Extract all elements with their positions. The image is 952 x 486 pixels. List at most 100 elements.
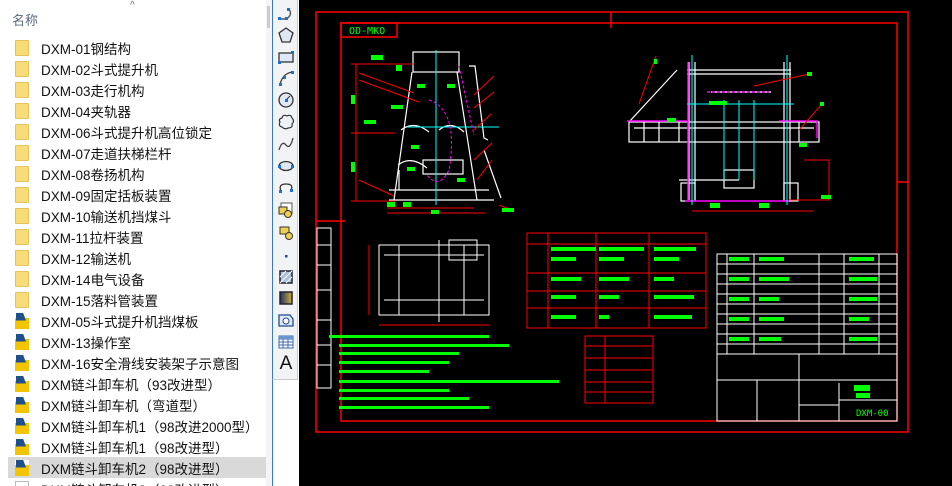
front-view-centerlines: [687, 55, 794, 205]
file-list-item[interactable]: DXM链斗卸车机2（98改进型）: [8, 457, 266, 478]
technical-notes: [329, 335, 559, 409]
multiline-text-tool-button[interactable]: A: [276, 353, 296, 374]
sort-ascending-icon[interactable]: ^: [130, 0, 135, 11]
side-view-centerlines: [407, 50, 499, 205]
file-list-item[interactable]: DXM-13操作室: [8, 331, 266, 352]
file-list-item[interactable]: DXM-15落料管装置: [8, 289, 266, 310]
file-list-item[interactable]: DXM-07走道扶梯栏杆: [8, 142, 266, 163]
polygon-icon: [278, 27, 294, 43]
file-name: DXM链斗卸车机（93改进型）: [41, 377, 222, 393]
file-list-item[interactable]: DXM-12输送机: [8, 247, 266, 268]
scrollbar-thumb[interactable]: [267, 6, 270, 28]
folder-icon: [15, 60, 29, 77]
ellipse-icon: [278, 160, 294, 172]
file-list-pane: ^ 名称 DXM-01钢结构 DXM-02斗式提升机 DXM-03走行机构 DXM-0…: [0, 0, 266, 486]
cad-file-icon: [15, 396, 29, 413]
polyline-tool-button[interactable]: [276, 4, 296, 24]
file-name: DXM-06斗式提升机高位锁定: [41, 125, 213, 141]
insert-block-icon: [278, 202, 293, 218]
file-name: DXM-10输送机挡煤斗: [41, 209, 172, 225]
cad-drawing-canvas[interactable]: OD-MKO DXM-00: [299, 0, 952, 486]
file-list-item[interactable]: DXM-08卷扬机构: [8, 163, 266, 184]
side-view-dimensions: [351, 63, 515, 214]
table-icon: [278, 335, 294, 349]
side-view-hidden: [426, 65, 475, 182]
folder-icon: [15, 270, 29, 287]
make-block-tool-button[interactable]: [276, 223, 296, 243]
ellipse-arc-icon: [279, 183, 293, 193]
folder-icon: [15, 165, 29, 182]
point-icon: [285, 255, 288, 258]
table-tool-button[interactable]: [276, 332, 296, 352]
drawing-frame: [315, 11, 909, 433]
file-name: DXM-14电气设备: [41, 272, 145, 288]
file-name: DXM链斗卸车机1（98改进型）: [41, 440, 229, 456]
file-list-item[interactable]: DXM链斗卸车机（93改进型）: [8, 373, 266, 394]
file-list-item[interactable]: DXM-16安全滑线安装架子示意图: [8, 352, 266, 373]
cad-file-icon: [15, 459, 29, 476]
circle-tool-button[interactable]: [276, 90, 296, 110]
folder-icon: [15, 123, 29, 140]
rectangle-tool-button[interactable]: [276, 47, 296, 67]
file-name: DXM-15落料管装置: [41, 293, 159, 309]
file-list-item[interactable]: DXM-14电气设备: [8, 268, 266, 289]
side-view: [389, 51, 502, 201]
ellipse-arc-tool-button[interactable]: [276, 178, 296, 198]
drawing-label: OD-MKO: [349, 26, 385, 37]
file-name: DXM-11拉杆装置: [41, 230, 144, 246]
file-list-item[interactable]: DXM-09固定括板装置: [8, 184, 266, 205]
region-icon: [278, 314, 294, 327]
parts-list-text: [729, 257, 877, 398]
spline-tool-button[interactable]: [276, 134, 296, 154]
revision-cloud-tool-button[interactable]: [276, 112, 296, 132]
file-list-item[interactable]: DXM-11拉杆装置: [8, 226, 266, 247]
file-list-item[interactable]: DXM链斗卸车机3（98改进型）: [8, 478, 266, 486]
file-list-item[interactable]: DXM-03走行机构: [8, 79, 266, 100]
hatch-tool-button[interactable]: [276, 267, 296, 287]
polygon-tool-button[interactable]: [276, 25, 296, 45]
folder-icon: [15, 207, 29, 224]
document-icon: [15, 480, 29, 486]
small-table: [584, 335, 654, 404]
file-list-item[interactable]: DXM-04夹轨器: [8, 100, 266, 121]
point-tool-button[interactable]: [276, 246, 296, 266]
region-tool-button[interactable]: [276, 310, 296, 330]
folder-icon: [15, 228, 29, 245]
file-name: DXM-04夹轨器: [41, 104, 132, 120]
folder-icon: [15, 102, 29, 119]
file-list-item[interactable]: DXM链斗卸车机1（98改进2000型）: [8, 415, 266, 436]
plan-view: [378, 239, 490, 322]
file-list-item[interactable]: DXM-02斗式提升机: [8, 58, 266, 79]
cad-file-icon: [15, 354, 29, 371]
file-name: DXM-01钢结构: [41, 41, 132, 57]
spline-icon: [278, 137, 294, 151]
insert-block-tool-button[interactable]: [276, 200, 296, 220]
file-list-item[interactable]: DXM-05斗式提升机挡煤板: [8, 310, 266, 331]
file-list-item[interactable]: DXM-10输送机挡煤斗: [8, 205, 266, 226]
plan-view-dims: [368, 245, 489, 326]
file-list-item[interactable]: DXM-01钢结构: [8, 37, 266, 58]
folder-icon: [15, 249, 29, 266]
gradient-icon: [279, 291, 293, 305]
draw-toolbar: A: [272, 0, 298, 380]
file-list-item[interactable]: DXM链斗卸车机1（98改进型）: [8, 436, 266, 457]
arc-tool-button[interactable]: [276, 68, 296, 88]
column-header-name[interactable]: 名称: [12, 10, 38, 29]
file-name: DXM链斗卸车机（弯道型）: [41, 398, 206, 414]
file-name: DXM-16安全滑线安装架子示意图: [41, 356, 240, 372]
folder-icon: [15, 144, 29, 161]
make-block-icon: [279, 226, 293, 240]
ellipse-tool-button[interactable]: [276, 156, 296, 176]
file-list-item[interactable]: DXM链斗卸车机（弯道型）: [8, 394, 266, 415]
polyline-icon: [278, 8, 292, 20]
cad-file-icon: [15, 417, 29, 434]
folder-icon: [15, 186, 29, 203]
cad-file-icon: [15, 438, 29, 455]
folder-icon: [15, 291, 29, 308]
rectangle-icon: [278, 51, 294, 64]
file-name: DXM-05斗式提升机挡煤板: [41, 314, 199, 330]
arc-icon: [279, 71, 294, 86]
gradient-tool-button[interactable]: [276, 288, 296, 308]
file-list-item[interactable]: DXM-06斗式提升机高位锁定: [8, 121, 266, 142]
revision-cloud-icon: [278, 114, 295, 130]
